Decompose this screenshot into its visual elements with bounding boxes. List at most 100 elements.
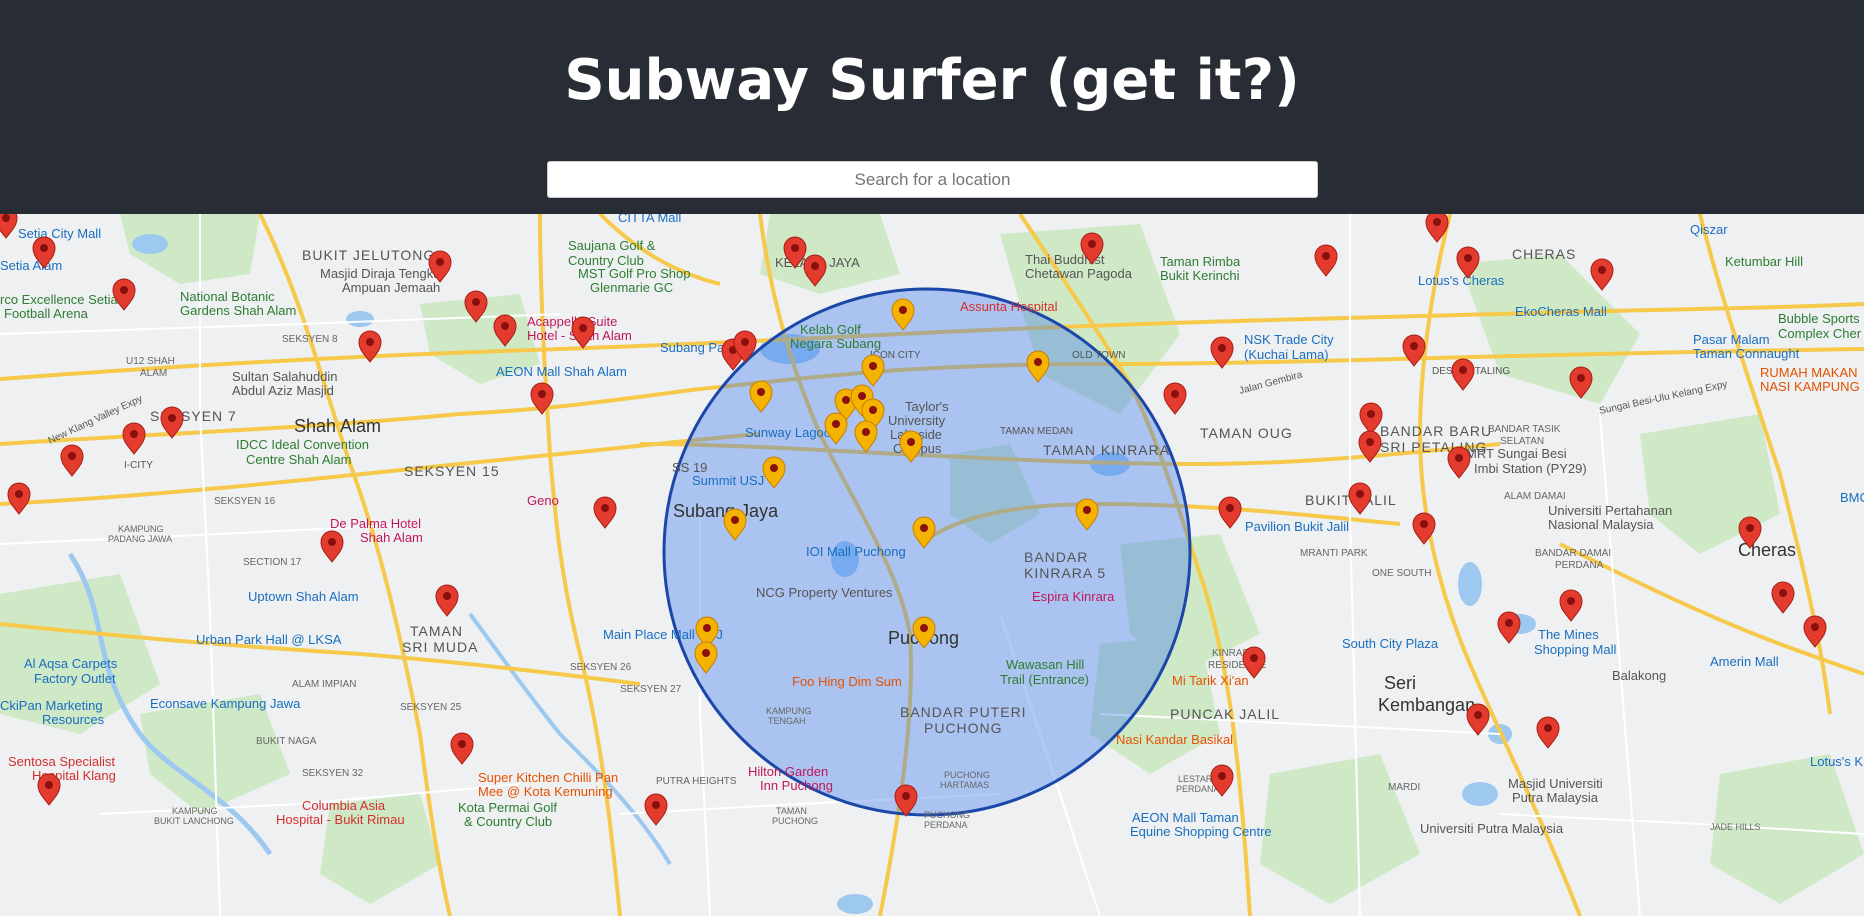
map-label: ONE SOUTH: [1372, 568, 1431, 579]
map-pin-icon[interactable]: [1803, 615, 1827, 648]
map-pin-icon[interactable]: [60, 444, 84, 477]
map-label: TAMAN OUG: [1200, 425, 1293, 441]
map-label: Hilton Garden: [748, 764, 828, 779]
map-label: IDCC Ideal Convention: [236, 437, 369, 452]
search-radius-circle: [662, 287, 1192, 817]
map-label: BUKIT NAGA: [256, 736, 317, 747]
map-pin-icon[interactable]: [1314, 244, 1338, 277]
map-label: Inn Puchong: [760, 778, 833, 793]
map-label: BUKIT JELUTONG: [302, 247, 435, 263]
map-label: PADANG JAWA: [108, 534, 172, 544]
map-label: KAMPUNG: [172, 806, 218, 816]
map-label: Lotus's Cheras: [1418, 273, 1505, 288]
map-label: Sunway Lagoon: [745, 425, 838, 440]
map-pin-icon[interactable]: [1590, 258, 1614, 291]
map-label: Al Aqsa Carpets: [24, 656, 118, 671]
map-label: NASI KAMPUNG: [1760, 379, 1860, 394]
map-pin-icon[interactable]: [1163, 382, 1187, 415]
map-label: Football Arena: [4, 306, 89, 321]
map-label: Assunta Hospital: [960, 299, 1058, 314]
map-label: Shopping Mall: [1534, 642, 1616, 657]
map-pin-icon[interactable]: [1466, 703, 1490, 736]
map-label: Mi Tarik Xi'an: [1172, 673, 1249, 688]
map-label: Bubble Sports: [1778, 311, 1860, 326]
map-label: NSK Trade City: [1244, 332, 1334, 347]
map-label: Kembangan: [1378, 695, 1475, 715]
search-input[interactable]: [547, 161, 1318, 198]
map-label: TENGAH: [768, 716, 806, 726]
map-label: MRANTI PARK: [1300, 548, 1368, 559]
map-label: Glenmarie GC: [590, 280, 673, 295]
map-label: Equine Shopping Centre: [1130, 824, 1272, 839]
map-label: TAMAN MEDAN: [1000, 426, 1073, 437]
map-label: CHERAS: [1512, 246, 1576, 262]
map-pin-icon[interactable]: [1447, 446, 1471, 479]
map-pin-icon[interactable]: [435, 584, 459, 617]
map-pin-icon[interactable]: [450, 732, 474, 765]
map-pin-icon[interactable]: [320, 530, 344, 563]
map-label: De Palma Hotel: [330, 516, 421, 531]
map-pin-icon[interactable]: [1348, 482, 1372, 515]
map-label: Setia City Mall: [18, 226, 101, 241]
map-pin-icon[interactable]: [1771, 581, 1795, 614]
map-label: BANDAR DAMAI: [1535, 548, 1611, 559]
map-label: SEKSYEN 15: [404, 463, 500, 479]
map-label: IOI Mall Puchong: [806, 544, 906, 559]
map-label: Sultan Salahuddin: [232, 369, 338, 384]
map-label: Pavilion Bukit Jalil: [1245, 519, 1349, 534]
map-label: SEKSYEN 27: [620, 684, 682, 695]
map-label: PERDANA: [1555, 560, 1604, 571]
map-pin-icon[interactable]: [644, 793, 668, 826]
map-label: PUCHONG: [924, 720, 1003, 736]
map-label: Complex Cher: [1778, 326, 1862, 341]
map-label: I-CITY: [124, 460, 153, 471]
map-pin-icon[interactable]: [1559, 589, 1583, 622]
map-pin-icon[interactable]: [0, 214, 18, 239]
map-label: PUCHONG: [944, 770, 990, 780]
map-label: Kelab Golf: [800, 322, 861, 337]
map-label: Universiti Pertahanan: [1548, 503, 1672, 518]
map-label: Chetawan Pagoda: [1025, 266, 1133, 281]
map-label: South City Plaza: [1342, 636, 1439, 651]
map-label: BMC: [1840, 490, 1864, 505]
map-pin-icon[interactable]: [122, 422, 146, 455]
map-label: Urban Park Hall @ LKSA: [196, 632, 342, 647]
map-label: Negara Subang: [790, 336, 881, 351]
map-pin-icon[interactable]: [1451, 358, 1475, 391]
map-pin-icon[interactable]: [1536, 716, 1560, 749]
map-pin-icon[interactable]: [1218, 496, 1242, 529]
map-label: Saujana Golf &: [568, 238, 656, 253]
map-view[interactable]: Setia City Mall BUKIT JELUTONG CITTA Mal…: [0, 214, 1864, 916]
map-pin-icon[interactable]: [1359, 402, 1383, 435]
map-label: KAMPUNG: [766, 706, 812, 716]
map-label: Factory Outlet: [34, 671, 116, 686]
map-label: Wawasan Hill: [1006, 657, 1084, 672]
map-pin-icon[interactable]: [593, 496, 617, 529]
map-label: Kota Permai Golf: [458, 800, 557, 815]
map-label: BANDAR: [1024, 549, 1088, 565]
map-canvas[interactable]: Setia City Mall BUKIT JELUTONG CITTA Mal…: [0, 214, 1864, 916]
map-label: Shah Alam: [360, 530, 423, 545]
map-label: Putra Malaysia: [1512, 790, 1599, 805]
map-pin-icon[interactable]: [571, 316, 595, 349]
map-label: (Kuchai Lama): [1244, 347, 1329, 362]
map-label: Ketumbar Hill: [1725, 254, 1803, 269]
map-pin-icon[interactable]: [1497, 611, 1521, 644]
map-label: KINRARA 5: [1024, 565, 1106, 581]
map-pin-icon[interactable]: [37, 773, 61, 806]
map-pin-icon[interactable]: [1402, 334, 1426, 367]
map-label: PERDANA: [924, 820, 968, 830]
map-label: Summit USJ: [692, 473, 764, 488]
map-label: Setia Alam: [0, 258, 62, 273]
map-label: SRI MUDA: [402, 639, 478, 655]
map-label: TAMAN: [776, 806, 807, 816]
map-pin-icon[interactable]: [7, 482, 31, 515]
map-label: BANDAR PUTERI: [900, 704, 1027, 720]
map-label: TAMAN: [410, 623, 463, 639]
map-label: CITTA Mall: [618, 214, 681, 225]
map-label: Sentosa Specialist: [8, 754, 115, 769]
map-label: Seri: [1384, 673, 1416, 693]
map-label: Lotus's K: [1810, 754, 1863, 769]
map-label: RUMAH MAKAN: [1760, 365, 1858, 380]
map-label: PUCHONG: [772, 816, 818, 826]
